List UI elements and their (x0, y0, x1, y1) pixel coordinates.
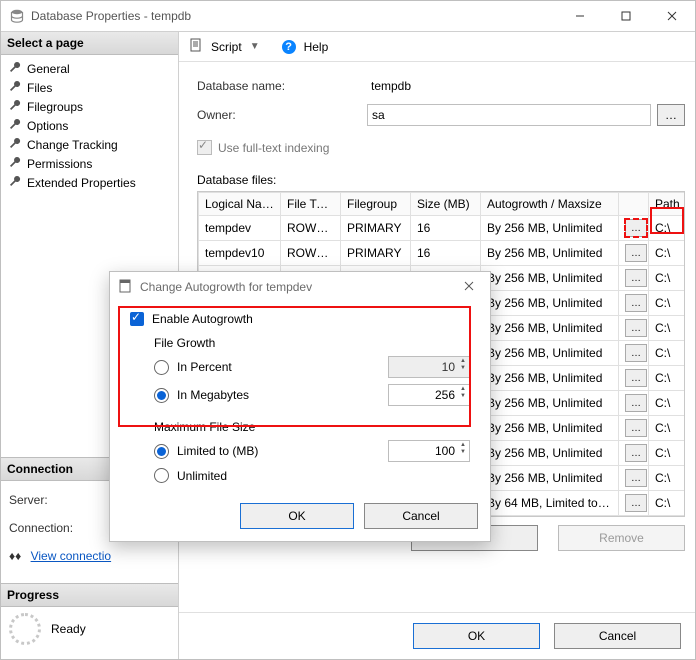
connection-icon: ♦♦ (9, 549, 21, 563)
owner-input[interactable] (367, 104, 651, 126)
database-icon (9, 8, 25, 24)
column-header[interactable]: Filegroup (341, 193, 411, 216)
spinner-arrows-icon[interactable]: ▲▼ (458, 441, 468, 457)
select-page-header: Select a page (1, 32, 178, 55)
wrench-icon (9, 99, 21, 114)
max-file-size-header: Maximum File Size (154, 420, 470, 434)
main-window: Database Properties - tempdb Select a pa… (0, 0, 696, 660)
autogrowth-edit-button[interactable]: … (625, 369, 647, 387)
column-header[interactable]: Autogrowth / Maxsize (481, 193, 619, 216)
column-header[interactable]: Size (MB) (411, 193, 481, 216)
help-icon: ? (282, 40, 296, 54)
progress-spinner-icon (9, 613, 41, 645)
autogrowth-edit-button[interactable]: … (625, 294, 647, 312)
progress-header: Progress (1, 584, 178, 607)
fulltext-checkbox: Use full-text indexing (197, 140, 685, 155)
page-item-filegroups[interactable]: Filegroups (3, 97, 176, 116)
page-item-permissions[interactable]: Permissions (3, 154, 176, 173)
table-row[interactable]: tempdevROWS...PRIMARY16By 256 MB, Unlimi… (199, 216, 686, 241)
dialog-icon (118, 279, 132, 296)
help-button[interactable]: Help (304, 40, 329, 54)
table-row[interactable]: tempdev10ROWS...PRIMARY16By 256 MB, Unli… (199, 241, 686, 266)
dialog-close-button[interactable] (456, 278, 482, 296)
radio-icon (154, 468, 169, 483)
enable-autogrowth-checkbox[interactable]: Enable Autogrowth (130, 312, 470, 326)
wrench-icon (9, 175, 21, 190)
unlimited-radio[interactable]: Unlimited (154, 468, 470, 483)
checkbox-checked-icon (130, 312, 144, 326)
dialog-footer: OK Cancel (179, 612, 695, 659)
autogrowth-edit-button[interactable]: … (625, 344, 647, 362)
file-growth-header: File Growth (154, 336, 470, 350)
page-item-extended-properties[interactable]: Extended Properties (3, 173, 176, 192)
column-header[interactable] (619, 193, 649, 216)
view-connection-link[interactable]: View connectio (31, 549, 112, 563)
autogrowth-edit-button[interactable]: … (625, 219, 647, 237)
column-header[interactable]: File Type (281, 193, 341, 216)
in-megabytes-radio[interactable]: In Megabytes ▲▼ (154, 384, 470, 406)
autogrowth-edit-button[interactable]: … (625, 444, 647, 462)
radio-checked-icon (154, 388, 169, 403)
maximize-button[interactable] (603, 1, 649, 31)
autogrowth-edit-button[interactable]: … (625, 419, 647, 437)
autogrowth-edit-button[interactable]: … (625, 319, 647, 337)
close-button[interactable] (649, 1, 695, 31)
column-header[interactable]: Logical Name (199, 193, 281, 216)
database-name-value (367, 76, 685, 96)
dialog-cancel-button[interactable]: Cancel (364, 503, 478, 529)
spinner-arrows-icon: ▲▼ (458, 357, 468, 373)
progress-status: Ready (51, 622, 86, 636)
checkbox-icon (197, 140, 212, 155)
wrench-icon (9, 80, 21, 95)
autogrowth-edit-button[interactable]: … (625, 244, 647, 262)
in-percent-radio[interactable]: In Percent ▲▼ (154, 356, 470, 378)
page-item-options[interactable]: Options (3, 116, 176, 135)
titlebar: Database Properties - tempdb (1, 1, 695, 32)
wrench-icon (9, 137, 21, 152)
window-title: Database Properties - tempdb (31, 9, 557, 23)
autogrowth-dialog: Change Autogrowth for tempdev Enable Aut… (109, 271, 491, 542)
wrench-icon (9, 118, 21, 133)
limited-radio[interactable]: Limited to (MB) ▲▼ (154, 440, 470, 462)
page-item-general[interactable]: General (3, 59, 176, 78)
minimize-button[interactable] (557, 1, 603, 31)
page-item-files[interactable]: Files (3, 78, 176, 97)
autogrowth-edit-button[interactable]: … (625, 469, 647, 487)
page-item-change-tracking[interactable]: Change Tracking (3, 135, 176, 154)
autogrowth-edit-button[interactable]: … (625, 494, 647, 512)
database-files-label: Database files: (197, 173, 685, 187)
dialog-title: Change Autogrowth for tempdev (140, 280, 312, 294)
remove-button: Remove (558, 525, 685, 551)
script-icon (189, 38, 203, 55)
script-button[interactable]: Script (211, 40, 242, 54)
column-header[interactable]: Path (649, 193, 686, 216)
database-name-label: Database name: (197, 79, 367, 93)
cancel-button[interactable]: Cancel (554, 623, 681, 649)
dialog-ok-button[interactable]: OK (240, 503, 354, 529)
autogrowth-edit-button[interactable]: … (625, 269, 647, 287)
radio-checked-icon (154, 444, 169, 459)
owner-label: Owner: (197, 108, 367, 122)
ok-button[interactable]: OK (413, 623, 540, 649)
spinner-arrows-icon[interactable]: ▲▼ (458, 385, 468, 401)
radio-icon (154, 360, 169, 375)
autogrowth-edit-button[interactable]: … (625, 394, 647, 412)
owner-browse-button[interactable]: … (657, 104, 685, 126)
wrench-icon (9, 156, 21, 171)
toolbar: Script ▼ ? Help (179, 32, 695, 62)
script-dropdown-icon[interactable]: ▼ (250, 41, 260, 52)
wrench-icon (9, 61, 21, 76)
